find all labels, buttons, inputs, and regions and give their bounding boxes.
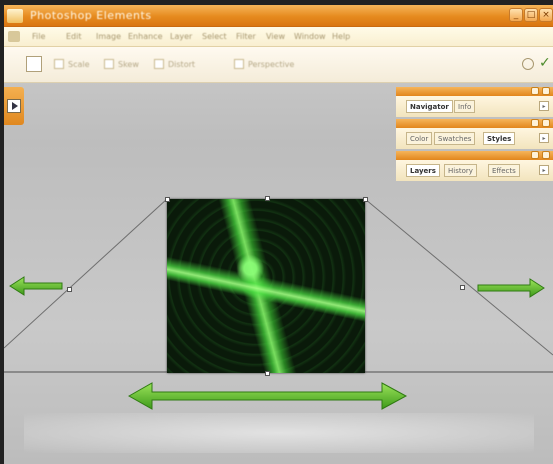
app-menu-icon[interactable] — [8, 31, 20, 42]
palette-navigator-expand-icon[interactable]: ▸ — [539, 101, 549, 111]
tab-layers[interactable]: Layers — [406, 164, 440, 177]
distort-label: Distort — [168, 59, 196, 69]
option-scale[interactable]: Scale — [54, 59, 90, 69]
tab-info[interactable]: Info — [454, 100, 476, 113]
menu-image[interactable]: Image — [96, 32, 121, 41]
palette-styles-body: Color Swatches Styles ▸ — [396, 128, 553, 149]
option-perspective[interactable]: Perspective — [234, 59, 294, 69]
palette-styles-bar[interactable] — [396, 119, 553, 128]
scale-checkbox[interactable] — [54, 59, 64, 69]
left-arrow-icon — [9, 276, 63, 296]
perspective-label: Perspective — [248, 59, 295, 69]
close-button[interactable]: × — [539, 8, 553, 22]
tab-effects[interactable]: Effects — [488, 164, 520, 177]
palette-navigator-bar[interactable] — [396, 87, 553, 96]
options-bar: Scale Skew Distort Perspective ✓ — [4, 47, 553, 83]
transform-tool-icon[interactable] — [26, 56, 42, 72]
app-icon — [7, 9, 23, 23]
title-bar: Photoshop Elements _ □ × — [4, 5, 553, 27]
toolbox-tab[interactable] — [4, 87, 24, 125]
skew-label: Skew — [118, 59, 139, 69]
palette-navigator-body: Navigator Info ▸ — [396, 96, 553, 117]
checkmark-icon[interactable]: ✓ — [539, 55, 551, 71]
tab-color[interactable]: Color — [406, 132, 433, 145]
distort-checkbox[interactable] — [154, 59, 164, 69]
skew-checkbox[interactable] — [104, 59, 114, 69]
option-distort[interactable]: Distort — [154, 59, 195, 69]
maximize-button[interactable]: □ — [524, 8, 538, 22]
menu-edit[interactable]: Edit — [66, 32, 82, 41]
palette-styles-menu-button[interactable] — [531, 119, 539, 127]
tab-navigator[interactable]: Navigator — [406, 100, 453, 113]
option-skew[interactable]: Skew — [104, 59, 139, 69]
play-arrow-icon[interactable] — [7, 99, 21, 113]
minimize-button[interactable]: _ — [509, 8, 523, 22]
floor-reflection — [24, 413, 534, 453]
double-arrow-icon — [127, 382, 408, 410]
palette-layers-body: Layers History Effects ▸ — [396, 160, 553, 181]
tab-history[interactable]: History — [444, 164, 477, 177]
palette-styles-expand-icon[interactable]: ▸ — [539, 133, 549, 143]
app-window: Photoshop Elements _ □ × File Edit Image… — [4, 5, 553, 464]
menu-view[interactable]: View — [266, 32, 285, 41]
palette-layers-expand-icon[interactable]: ▸ — [539, 165, 549, 175]
cancel-icon[interactable] — [522, 58, 534, 70]
window-title: Photoshop Elements — [30, 9, 152, 22]
tab-styles[interactable]: Styles — [483, 132, 516, 145]
menu-window[interactable]: Window — [294, 32, 326, 41]
palette-styles: Color Swatches Styles ▸ — [396, 119, 553, 149]
palette-layers-menu-button[interactable] — [531, 151, 539, 159]
palette-navigator-close-button[interactable] — [542, 87, 550, 95]
screen-frame: Photoshop Elements _ □ × File Edit Image… — [0, 0, 553, 464]
palette-styles-close-button[interactable] — [542, 119, 550, 127]
palette-navigator-menu-button[interactable] — [531, 87, 539, 95]
palette-layers-bar[interactable] — [396, 151, 553, 160]
menu-layer[interactable]: Layer — [170, 32, 192, 41]
menu-bar: File Edit Image Enhance Layer Select Fil… — [4, 27, 553, 47]
palette-layers: Layers History Effects ▸ — [396, 151, 553, 181]
palette-layers-close-button[interactable] — [542, 151, 550, 159]
menu-select[interactable]: Select — [202, 32, 227, 41]
scale-label: Scale — [68, 59, 90, 69]
right-arrow-icon — [477, 278, 545, 298]
menu-file[interactable]: File — [32, 32, 45, 41]
menu-help[interactable]: Help — [332, 32, 350, 41]
tab-swatches[interactable]: Swatches — [434, 132, 476, 145]
menu-enhance[interactable]: Enhance — [128, 32, 163, 41]
palette-navigator: Navigator Info ▸ — [396, 87, 553, 117]
perspective-checkbox[interactable] — [234, 59, 244, 69]
menu-filter[interactable]: Filter — [236, 32, 256, 41]
